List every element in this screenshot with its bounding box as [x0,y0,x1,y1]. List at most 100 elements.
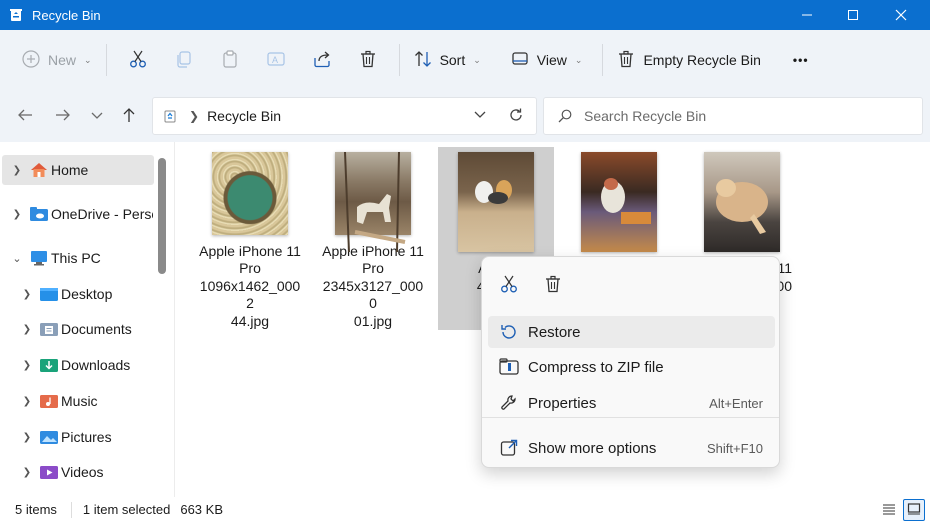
recycle-bin-icon [8,7,24,23]
sidebar-item-music[interactable]: ❯ Music [2,386,154,416]
refresh-button[interactable] [508,107,524,126]
sidebar-item-label: Home [51,162,89,178]
new-button[interactable]: New ⌄ [16,40,98,80]
expand-chevron-icon[interactable]: ❯ [20,467,34,478]
search-input[interactable]: Search Recycle Bin [584,108,706,124]
more-options-button[interactable]: ••• [787,40,815,80]
title-bar: Recycle Bin [0,0,930,30]
show-more-options-shortcut: Shift+F10 [706,440,763,456]
context-menu: Restore Compress to ZIP file Properties … [481,256,780,468]
open-external-icon [498,439,520,457]
sidebar-item-desktop[interactable]: ❯ Desktop [2,279,154,309]
close-button[interactable] [878,0,924,30]
view-button[interactable]: View ⌄ [505,40,589,80]
sort-icon [414,50,432,71]
more-icon: ••• [792,53,809,67]
restore-menu-item[interactable]: Restore [488,316,775,348]
sidebar-item-label: Music [61,393,98,409]
file-name-line: 01.jpg [353,312,393,329]
forward-button[interactable] [48,102,78,130]
recycle-bin-icon [163,109,177,123]
collapse-chevron-icon[interactable]: ⌄ [10,252,24,265]
file-name-line: Pro [362,260,384,276]
zip-folder-icon [498,358,520,376]
image-thumbnail [212,152,288,235]
desktop-folder-icon [40,286,58,302]
expand-chevron-icon[interactable]: ❯ [20,396,34,407]
cut-button[interactable] [115,40,161,80]
svg-text:A: A [272,55,278,65]
expand-chevron-icon[interactable]: ❯ [10,165,24,176]
image-thumbnail [458,152,534,252]
sidebar-item-this-pc[interactable]: ⌄ This PC [2,243,154,273]
context-delete-button[interactable] [534,265,572,305]
maximize-button[interactable] [830,0,876,30]
breadcrumb-recycle-bin[interactable]: Recycle Bin [207,108,281,124]
delete-button[interactable] [345,40,391,80]
image-thumbnail [335,152,411,252]
empty-recycle-bin-button[interactable]: Empty Recycle Bin [611,40,766,80]
copy-icon [175,50,193,71]
toolbar-divider [398,44,400,76]
sidebar-item-videos[interactable]: ❯ Videos [2,457,154,487]
pictures-folder-icon [40,429,58,445]
toolbar-divider [602,44,604,76]
search-icon [558,109,572,123]
sidebar-item-onedrive[interactable]: ❯ OneDrive - Personal [2,199,154,229]
pane-divider[interactable] [174,142,175,497]
properties-label: Properties [528,394,597,412]
sidebar-scrollbar[interactable] [158,158,166,274]
sidebar-item-downloads[interactable]: ❯ Downloads [2,350,154,380]
expand-chevron-icon[interactable]: ❯ [20,289,34,300]
restore-icon [498,323,520,341]
address-dropdown-button[interactable] [474,108,486,123]
context-menu-quick-actions [490,265,572,305]
expand-chevron-icon[interactable]: ❯ [20,432,34,443]
restore-label: Restore [528,323,581,341]
copy-button[interactable] [161,40,207,80]
address-bar[interactable]: ❯ Recycle Bin [152,97,537,135]
file-item[interactable]: Apple iPhone 11 Pro 2345x3127_0000 01.jp… [315,147,431,330]
status-bar: 5 items 1 item selected 663 KB [0,497,930,522]
selection-size: 663 KB [180,502,223,517]
documents-folder-icon [40,321,58,337]
refresh-icon [510,108,522,121]
window-title: Recycle Bin [32,7,101,23]
navigation-pane: ❯ Home ❯ OneDrive - Personal ⌄ This PC ❯… [0,142,172,497]
thumbnail-view-button[interactable] [903,499,925,521]
arrow-right-icon [55,107,71,126]
properties-shortcut: Alt+Enter [709,395,763,411]
details-view-button[interactable] [878,499,900,521]
expand-chevron-icon[interactable]: ❯ [20,324,34,335]
trash-icon [544,275,562,296]
compress-label: Compress to ZIP file [528,358,664,376]
music-folder-icon [40,393,58,409]
command-bar: New ⌄ A Sort ⌄ View ⌄ Empty Recycle Bin … [0,30,930,90]
compress-zip-menu-item[interactable]: Compress to ZIP file [488,351,775,383]
minimize-button[interactable] [784,0,830,30]
paste-button[interactable] [207,40,253,80]
recent-locations-button[interactable] [82,102,112,130]
up-button[interactable] [114,102,144,130]
sidebar-item-home[interactable]: ❯ Home [2,155,154,185]
search-box[interactable]: Search Recycle Bin [543,97,923,135]
file-item[interactable]: Apple iPhone 11 Pro 1096x1462_0002 44.jp… [192,147,308,330]
sidebar-item-label: Pictures [61,429,112,445]
plus-circle-icon [22,49,40,71]
sidebar-item-documents[interactable]: ❯ Documents [2,314,154,344]
expand-chevron-icon[interactable]: ❯ [20,360,34,371]
sort-button[interactable]: Sort ⌄ [408,40,487,80]
sidebar-item-pictures[interactable]: ❯ Pictures [2,422,154,452]
show-more-options-menu-item[interactable]: Show more options Shift+F10 [488,432,775,464]
expand-chevron-icon[interactable]: ❯ [10,209,24,220]
folder-cloud-icon [30,206,48,222]
properties-menu-item[interactable]: Properties Alt+Enter [488,387,775,419]
arrow-left-icon [17,107,33,126]
context-cut-button[interactable] [490,265,528,305]
downloads-folder-icon [40,357,58,373]
share-button[interactable] [299,40,345,80]
sidebar-item-label: This PC [51,250,101,266]
back-button[interactable] [10,102,40,130]
rename-button[interactable]: A [253,40,299,80]
sidebar-item-label: Documents [61,321,132,337]
